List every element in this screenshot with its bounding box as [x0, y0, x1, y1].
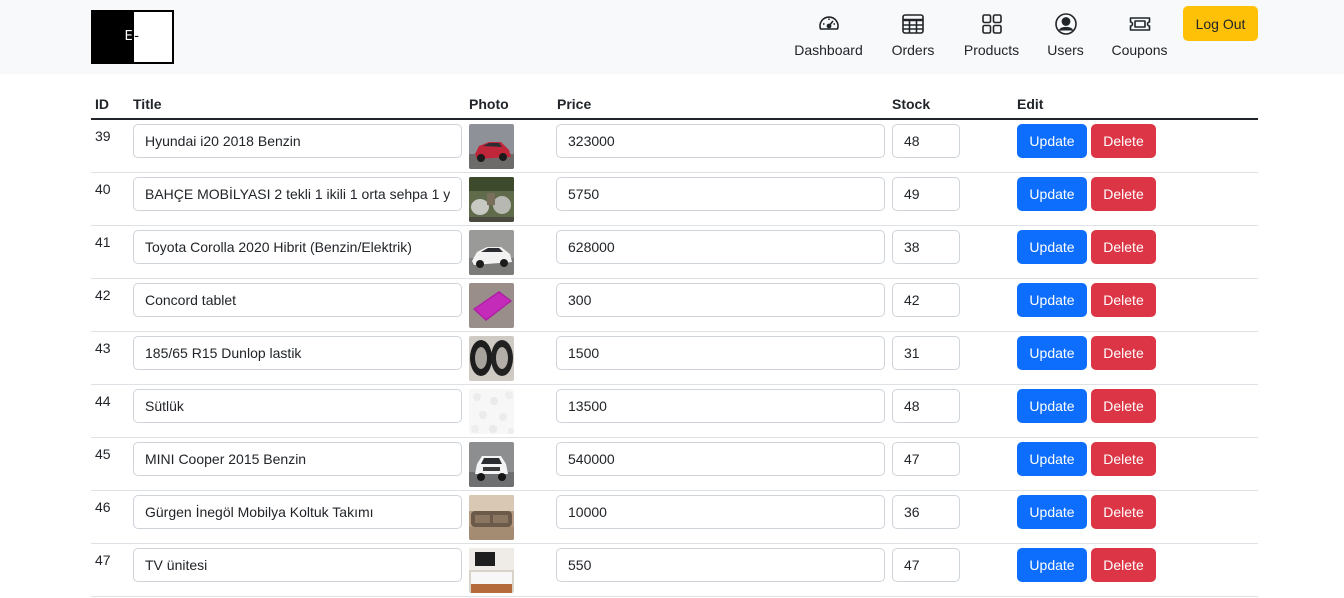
- column-header-edit: Edit: [1017, 96, 1044, 112]
- person-circle-icon: [1054, 13, 1077, 35]
- title-input[interactable]: [133, 336, 462, 370]
- nav-products-label: Products: [963, 42, 1020, 58]
- stock-input[interactable]: [892, 442, 960, 476]
- price-input[interactable]: [556, 124, 885, 158]
- brand-logo[interactable]: E-TICARET: [91, 10, 174, 64]
- nav-products[interactable]: Products: [963, 10, 1020, 62]
- row-id: 40: [95, 181, 111, 197]
- delete-button[interactable]: Delete: [1091, 336, 1156, 370]
- delete-button[interactable]: Delete: [1091, 548, 1156, 582]
- row-id: 41: [95, 234, 111, 250]
- speedometer-icon: [818, 16, 839, 30]
- price-input[interactable]: [556, 495, 885, 529]
- table-row: 44 Update Delete: [91, 385, 1258, 438]
- table-row: 46 Update Delete: [91, 491, 1258, 544]
- stock-input[interactable]: [892, 389, 960, 423]
- row-id: 42: [95, 287, 111, 303]
- update-button[interactable]: Update: [1017, 124, 1087, 158]
- nav-dashboard-label: Dashboard: [794, 42, 863, 58]
- column-header-price: Price: [557, 96, 592, 112]
- table-row: 45 Update Delete: [91, 438, 1258, 491]
- nav-coupons[interactable]: Coupons: [1110, 10, 1169, 62]
- update-button[interactable]: Update: [1017, 283, 1087, 317]
- title-input[interactable]: [133, 495, 462, 529]
- stock-input[interactable]: [892, 124, 960, 158]
- row-id: 46: [95, 499, 111, 515]
- table-row: 41 Update Delete: [91, 226, 1258, 279]
- delete-button[interactable]: Delete: [1091, 230, 1156, 264]
- product-photo-tv-unit: [469, 548, 514, 593]
- product-photo-white-sedan: [469, 230, 514, 275]
- delete-button[interactable]: Delete: [1091, 442, 1156, 476]
- delete-button[interactable]: Delete: [1091, 177, 1156, 211]
- row-id: 44: [95, 393, 111, 409]
- update-button[interactable]: Update: [1017, 389, 1087, 423]
- table-row: 39 Update Delete: [91, 120, 1258, 173]
- title-input[interactable]: [133, 124, 462, 158]
- update-button[interactable]: Update: [1017, 442, 1087, 476]
- product-photo-red-car: [469, 124, 514, 169]
- price-input[interactable]: [556, 177, 885, 211]
- update-button[interactable]: Update: [1017, 177, 1087, 211]
- nav-users[interactable]: Users: [1047, 10, 1084, 62]
- table-row: 40 Update Delete: [91, 173, 1258, 226]
- column-header-title: Title: [133, 96, 162, 112]
- delete-button[interactable]: Delete: [1091, 124, 1156, 158]
- product-photo-sofa: [469, 495, 514, 540]
- update-button[interactable]: Update: [1017, 495, 1087, 529]
- nav-orders[interactable]: Orders: [890, 10, 936, 62]
- product-photo-mini-cooper: [469, 442, 514, 487]
- product-photo-garden-furniture: [469, 177, 514, 222]
- navbar: E-TICARET Dashboard Orders: [0, 0, 1344, 74]
- price-input[interactable]: [556, 389, 885, 423]
- title-input[interactable]: [133, 230, 462, 264]
- column-header-id: ID: [95, 96, 109, 112]
- update-button[interactable]: Update: [1017, 336, 1087, 370]
- row-id: 47: [95, 552, 111, 568]
- price-input[interactable]: [556, 442, 885, 476]
- logout-button[interactable]: Log Out: [1183, 6, 1258, 41]
- product-photo-pattern: [469, 389, 514, 434]
- delete-button[interactable]: Delete: [1091, 389, 1156, 423]
- title-input[interactable]: [133, 177, 462, 211]
- stock-input[interactable]: [892, 336, 960, 370]
- stock-input[interactable]: [892, 548, 960, 582]
- product-photo-purple-tablet: [469, 283, 514, 328]
- nav-dashboard[interactable]: Dashboard: [794, 10, 863, 62]
- table-icon: [902, 14, 924, 34]
- stock-input[interactable]: [892, 177, 960, 211]
- nav-coupons-label: Coupons: [1111, 42, 1168, 58]
- column-header-stock: Stock: [892, 96, 931, 112]
- ticket-icon: [1129, 17, 1150, 31]
- stock-input[interactable]: [892, 283, 960, 317]
- update-button[interactable]: Update: [1017, 230, 1087, 264]
- grid-icon: [981, 14, 1002, 34]
- delete-button[interactable]: Delete: [1091, 283, 1156, 317]
- price-input[interactable]: [556, 548, 885, 582]
- stock-input[interactable]: [892, 495, 960, 529]
- product-photo-tires: [469, 336, 514, 381]
- update-button[interactable]: Update: [1017, 548, 1087, 582]
- title-input[interactable]: [133, 389, 462, 423]
- delete-button[interactable]: Delete: [1091, 495, 1156, 529]
- price-input[interactable]: [556, 283, 885, 317]
- price-input[interactable]: [556, 230, 885, 264]
- nav-orders-label: Orders: [891, 42, 935, 58]
- column-header-photo: Photo: [469, 96, 509, 112]
- title-input[interactable]: [133, 548, 462, 582]
- row-id: 45: [95, 446, 111, 462]
- table-row: 42 Update Delete: [91, 279, 1258, 332]
- nav-users-label: Users: [1047, 42, 1084, 58]
- row-id: 43: [95, 340, 111, 356]
- table-row: 47 Update Delete: [91, 544, 1258, 597]
- brand-logo-text: E-TICARET: [124, 29, 141, 44]
- row-id: 39: [95, 128, 111, 144]
- title-input[interactable]: [133, 442, 462, 476]
- stock-input[interactable]: [892, 230, 960, 264]
- price-input[interactable]: [556, 336, 885, 370]
- title-input[interactable]: [133, 283, 462, 317]
- table-row: 43 Update Delete: [91, 332, 1258, 385]
